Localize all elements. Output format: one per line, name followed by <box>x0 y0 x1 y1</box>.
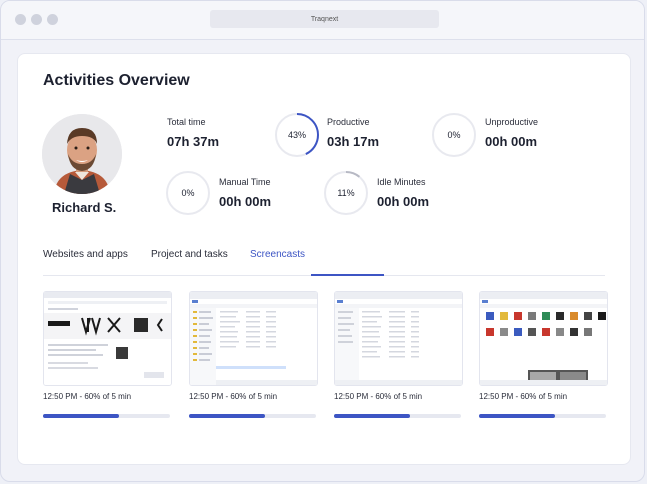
tab-websites-and-apps[interactable]: Websites and apps <box>43 249 128 260</box>
productive-label: Productive <box>327 117 370 127</box>
screencast-preview-file-explorer <box>190 292 317 385</box>
screencast-thumbnail[interactable] <box>479 291 608 386</box>
activity-tabs: Websites and apps Project and tasks Scre… <box>43 247 605 276</box>
screencast-preview-website <box>44 292 171 385</box>
screencast-caption: 12:50 PM - 60% of 5 min <box>43 392 132 401</box>
browser-window: Traqnext Activities Overview Richard S. … <box>0 0 645 482</box>
screencast-thumbnail[interactable] <box>189 291 318 386</box>
screencast-progress-fill <box>189 414 266 418</box>
tab-project-and-tasks[interactable]: Project and tasks <box>151 249 228 260</box>
screencast-progress <box>479 414 606 418</box>
unproductive-value: 00h 00m <box>485 134 538 149</box>
screencast-preview-icon-grid <box>480 292 607 385</box>
activities-card: Activities Overview Richard S. Total tim… <box>17 53 631 465</box>
unproductive-label: Unproductive <box>485 117 539 127</box>
unproductive-percent: 0% <box>447 130 461 140</box>
address-bar[interactable]: Traqnext <box>210 10 439 28</box>
productive-percent: 43% <box>287 130 306 140</box>
screencast-caption: 12:50 PM - 60% of 5 min <box>189 392 278 401</box>
manual-time-label: Manual Time <box>219 177 271 187</box>
screencast-progress-fill <box>43 414 120 418</box>
total-time-value: 07h 37m <box>167 134 220 149</box>
browser-titlebar: Traqnext <box>1 1 644 40</box>
window-minimize-dot[interactable] <box>31 14 42 25</box>
user-photo <box>42 114 122 194</box>
total-time-label: Total time <box>167 117 206 127</box>
tab-screencasts[interactable]: Screencasts <box>250 249 305 260</box>
screencast-caption: 12:50 PM - 60% of 5 min <box>334 392 423 401</box>
idle-minutes-value: 00h 00m <box>377 194 430 209</box>
screencast-progress-fill <box>334 414 411 418</box>
idle-minutes-percent: 11% <box>337 188 355 198</box>
window-close-dot[interactable] <box>15 14 26 25</box>
screencast-progress <box>189 414 316 418</box>
screencast-caption: 12:50 PM - 60% of 5 min <box>479 392 568 401</box>
active-tab-indicator <box>311 274 384 276</box>
page-title: Activities Overview <box>43 72 190 89</box>
window-maximize-dot[interactable] <box>47 14 58 25</box>
productive-value: 03h 17m <box>327 134 380 149</box>
screencast-progress <box>43 414 170 418</box>
avatar <box>42 114 122 194</box>
screencast-preview-file-list <box>335 292 462 385</box>
user-name: Richard S. <box>52 200 117 215</box>
screencast-progress-fill <box>479 414 556 418</box>
screencast-progress <box>334 414 461 418</box>
manual-time-value: 00h 00m <box>219 194 272 209</box>
idle-minutes-label: Idle Minutes <box>377 177 426 187</box>
screencast-thumbnail[interactable] <box>334 291 463 386</box>
screencast-thumbnail[interactable] <box>43 291 172 386</box>
manual-time-percent: 0% <box>181 188 195 198</box>
